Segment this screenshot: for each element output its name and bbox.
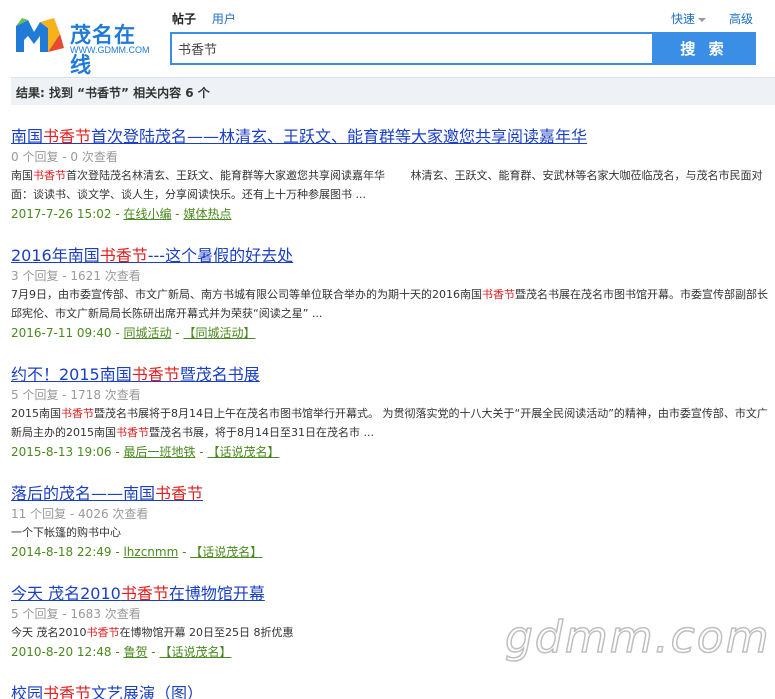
title-text: 落后的茂名——南国 (11, 484, 156, 503)
watermark: gdmm.com (504, 611, 771, 664)
search-box: 搜 索 (170, 32, 756, 65)
snippet-highlight: 书香节 (86, 626, 120, 639)
fast-search-label: 快速 (671, 12, 696, 26)
snippet-text: 2015南国 (11, 407, 61, 420)
result-summary: 结果: 找到 “书香节” 相关内容 6 个 (11, 77, 775, 105)
result-meta: 2014-8-18 22:49 - lhzcnmm - 【话说茂名】 (11, 545, 263, 559)
category-link[interactable]: 【话说茂名】 (207, 445, 279, 459)
result-meta: 2016-7-11 09:40 - 同城活动 - 【同城活动】 (11, 326, 256, 340)
post-date: 2016-7-11 09:40 (11, 326, 112, 340)
search-button[interactable]: 搜 索 (652, 32, 756, 65)
result-snippet: 南国书香节首次登陆茂名林清玄、王跃文、能育群等大家邀您共享阅读嘉年华 林清玄、王… (11, 166, 775, 204)
title-highlight: 书香节 (99, 246, 148, 265)
author-link[interactable]: 同城活动 (123, 326, 171, 340)
result-stats: 0 个回复 - 0 次查看 (11, 150, 118, 164)
logo-url: WWW.GDMM.COM (70, 45, 150, 55)
snippet-highlight: 书香节 (482, 288, 515, 301)
result-title-link[interactable]: 落后的茂名——南国书香节 (11, 482, 775, 506)
tab-users[interactable]: 用户 (212, 10, 236, 27)
title-text: 文艺展演（图） (91, 684, 204, 699)
title-highlight: 书香节 (131, 365, 180, 384)
snippet-highlight: 书香节 (33, 169, 66, 182)
snippet-highlight: 书香节 (61, 407, 94, 420)
site-logo[interactable]: 茂名在线 WWW.GDMM.COM (14, 18, 154, 77)
snippet-text: 今天 茂名2010 (11, 626, 87, 639)
title-text: 在博物馆开幕 (168, 584, 265, 603)
result-title-link[interactable]: 南国书香节首次登陆茂名——林清玄、王跃文、能育群等大家邀您共享阅读嘉年华 (11, 125, 775, 149)
result-title-link[interactable]: 约不！2015南国书香节暨茂名书展 (11, 363, 775, 387)
category-link[interactable]: 【话说茂名】 (190, 545, 262, 559)
result-snippet: 2015南国书香节暨茂名书展将于8月14日上午在茂名市图书馆举行开幕式。 为贯彻… (11, 404, 775, 442)
author-link[interactable]: 最后一班地铁 (123, 445, 195, 459)
title-highlight: 书香节 (43, 684, 92, 699)
result-meta: 2015-8-13 19:06 - 最后一班地铁 - 【话说茂名】 (11, 445, 280, 459)
result-item: 南国书香节首次登陆茂名——林清玄、王跃文、能育群等大家邀您共享阅读嘉年华 0 个回… (11, 125, 775, 224)
author-link[interactable]: 鲁贺 (123, 645, 147, 659)
title-text: 校园 (11, 684, 44, 699)
post-date: 2017-7-26 15:02 (11, 207, 112, 221)
title-text: ---这个暑假的好去处 (147, 246, 294, 265)
logo-mark-icon (16, 18, 64, 52)
tab-posts[interactable]: 帖子 (172, 10, 196, 27)
result-title-link[interactable]: 2016年南国书香节---这个暑假的好去处 (11, 244, 775, 268)
result-stats: 5 个回复 - 1718 次查看 (11, 388, 141, 402)
search-input[interactable] (172, 34, 654, 63)
result-title-link[interactable]: 校园书香节文艺展演（图） (11, 682, 775, 699)
header: 茂名在线 WWW.GDMM.COM 帖子 用户 快速 高级 搜 索 (0, 0, 775, 77)
title-text: 暨茂名书展 (179, 365, 260, 384)
result-meta: 2017-7-26 15:02 - 在线小编 - 媒体热点 (11, 207, 232, 221)
search-type-tabs: 帖子 用户 (172, 10, 248, 28)
title-text: 首次登陆茂名——林清玄、王跃文、能育群等大家邀您共享阅读嘉年华 (91, 127, 588, 146)
result-stats: 3 个回复 - 1621 次查看 (11, 269, 141, 283)
fast-search-dropdown[interactable]: 快速 (671, 10, 707, 27)
post-date: 2015-8-13 19:06 (11, 445, 112, 459)
result-snippet: 7月9日，由市委宣传部、市文广新局、南方书城有限公司等单位联合举办的为期十天的2… (11, 285, 775, 323)
snippet-text: 在博物馆开幕 20日至25日 8折优惠 (119, 626, 294, 639)
post-date: 2014-8-18 22:49 (11, 545, 112, 559)
advanced-search-link[interactable]: 高级 (729, 10, 753, 27)
category-link[interactable]: 媒体热点 (183, 207, 231, 221)
snippet-text: 南国 (11, 169, 33, 182)
category-link[interactable]: 【话说茂名】 (159, 645, 231, 659)
snippet-highlight: 书香节 (116, 426, 149, 439)
post-date: 2010-8-20 12:48 (11, 645, 112, 659)
snippet-text: 暨茂名书展，将于8月14日至31日在茂名市 ... (149, 426, 374, 439)
result-stats: 11 个回复 - 4026 次查看 (11, 507, 149, 521)
snippet-text: 首次登陆茂名林清玄、王跃文、能育群等大家邀您共享阅读嘉年华 林清玄、王跃文、能育… (11, 169, 763, 201)
result-item: 校园书香节文艺展演（图） (11, 682, 775, 699)
result-item: 2016年南国书香节---这个暑假的好去处 3 个回复 - 1621 次查看 7月9… (11, 244, 775, 343)
result-item: 约不！2015南国书香节暨茂名书展 5 个回复 - 1718 次查看 2015南国书… (11, 363, 775, 462)
title-text: 南国 (11, 127, 44, 146)
title-text: 今天 茂名2010 (11, 584, 121, 603)
title-highlight: 书香节 (155, 484, 204, 503)
title-text: 约不！2015南国 (11, 365, 132, 384)
author-link[interactable]: 在线小编 (123, 207, 171, 221)
result-title-link[interactable]: 今天 茂名2010书香节在博物馆开幕 (11, 582, 775, 606)
snippet-text: 7月9日，由市委宣传部、市文广新局、南方书城有限公司等单位联合举办的为期十天的2… (11, 288, 482, 301)
category-link[interactable]: 【同城活动】 (183, 326, 255, 340)
author-link[interactable]: lhzcnmm (123, 545, 178, 559)
snippet-text: 一个下帐篷的购书中心 (11, 526, 121, 539)
title-highlight: 书香节 (43, 127, 92, 146)
title-highlight: 书香节 (120, 584, 169, 603)
result-item: 落后的茂名——南国书香节 11 个回复 - 4026 次查看 一个下帐篷的购书中心 2… (11, 482, 775, 562)
chevron-down-icon (698, 17, 707, 22)
result-snippet: 一个下帐篷的购书中心 (11, 523, 775, 542)
title-text: 2016年南国 (11, 246, 100, 265)
